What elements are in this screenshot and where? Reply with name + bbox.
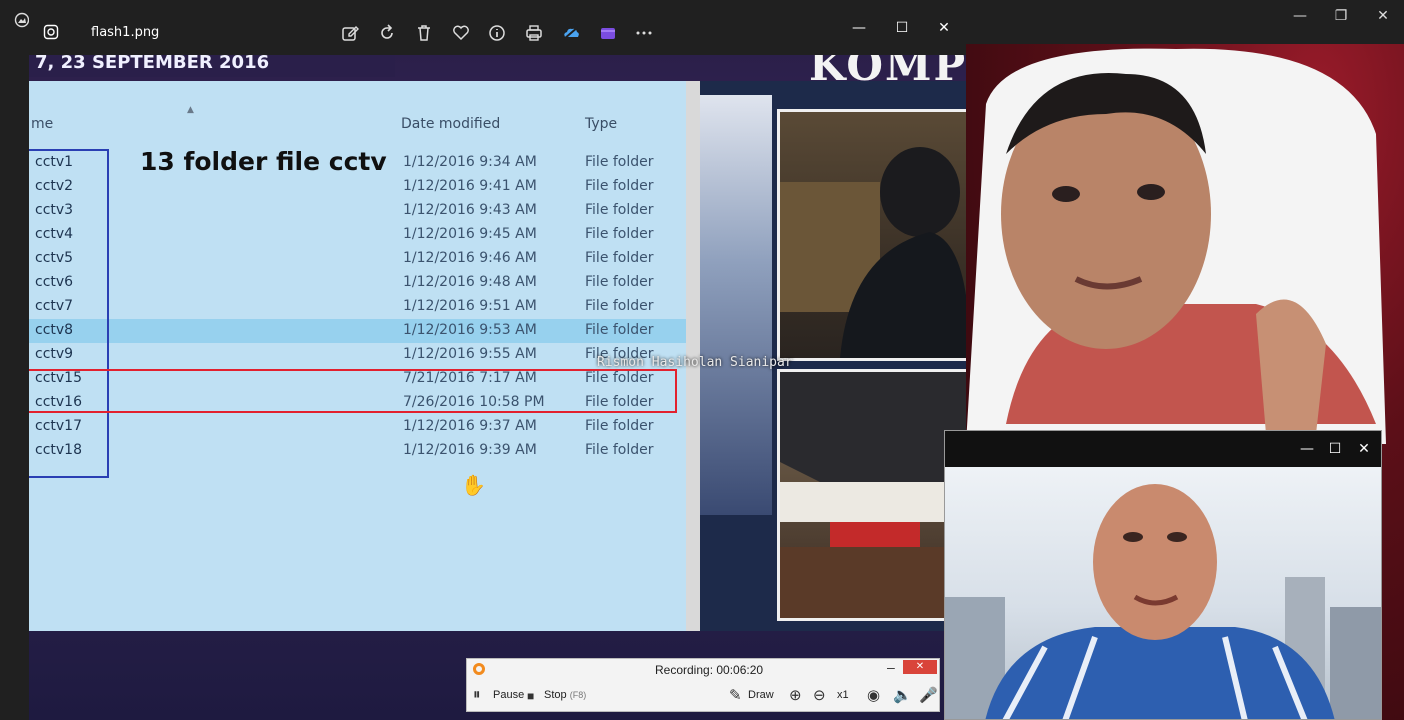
courtroom-photo-bottom [777,369,966,621]
webcam-video [945,467,1381,719]
folder-date: 1/12/2016 9:37 AM [403,418,537,434]
type-column-header: Type [585,116,618,132]
info-icon[interactable] [487,23,507,43]
recording-status: Recording: 00:06:20 [655,663,764,677]
speaker-figure [966,48,1386,444]
zoom-in-icon[interactable]: ⊕ [789,686,802,704]
viewer-minimize-button[interactable]: — [844,18,874,38]
folder-date: 1/12/2016 9:46 AM [403,250,537,266]
folder-row: cctv18 1/12/2016 9:39 AM File folder [29,439,686,463]
folder-type: File folder [585,274,654,290]
folder-row: cctv9 1/12/2016 9:55 AM File folder [29,343,686,367]
folder-row: cctv5 1/12/2016 9:46 AM File folder [29,247,686,271]
clipchamp-icon[interactable] [598,23,618,43]
webcam-figure [945,484,1381,719]
viewer-maximize-button[interactable]: ☐ [887,18,917,38]
webcam-maximize-button[interactable]: ☐ [1323,439,1347,459]
courtroom-photo-top [777,109,966,361]
folder-type: File folder [585,226,654,242]
recorder-minimize-button[interactable]: – [887,659,895,675]
displayed-image: 7, 23 SEPTEMBER 2016 KOMP ▲ me Date modi… [29,55,966,720]
screen-recorder-toolbar: Recording: 00:06:20 – ✕ ⏸ Pause ■ Stop (… [466,658,940,712]
folder-type: File folder [585,418,654,434]
maximize-button[interactable]: ❐ [1326,6,1356,26]
photos-app-icon [43,24,59,40]
file-name: flash1.png [91,25,160,40]
news-image-strip [700,95,772,515]
webcam-minimize-button[interactable]: — [1295,439,1319,459]
pause-icon[interactable]: ⏸ [473,686,481,703]
print-icon[interactable] [524,23,544,43]
speaker-caption: Rismon Hasiholan Sianipar [597,355,793,370]
webcam-titlebar: — ☐ ✕ [945,431,1381,467]
folder-type: File folder [585,442,654,458]
webcam-close-button[interactable]: ✕ [1352,439,1376,459]
folder-type: File folder [585,202,654,218]
folder-row: cctv17 1/12/2016 9:37 AM File folder [29,415,686,439]
red-highlight-box [29,369,677,413]
rotate-icon[interactable] [377,23,397,43]
recorder-close-button[interactable]: ✕ [903,660,937,674]
folder-row: cctv4 1/12/2016 9:45 AM File folder [29,223,686,247]
favorite-icon[interactable] [451,23,471,43]
edit-icon[interactable] [340,23,360,43]
folder-type: File folder [585,298,654,314]
stop-shortcut: (F8) [569,690,587,700]
folder-row: cctv8 1/12/2016 9:53 AM File folder [29,319,686,343]
date-column-header: Date modified [401,116,501,132]
close-button[interactable]: ✕ [1368,6,1398,26]
onedrive-icon[interactable] [561,23,581,43]
zoom-out-icon[interactable]: ⊖ [813,686,826,704]
more-icon[interactable] [634,23,654,43]
zoom-level: x1 [837,689,849,701]
speaker-icon[interactable]: 🔈 [893,686,912,704]
microphone-icon[interactable]: 🎤 [919,686,938,704]
folder-row: cctv7 1/12/2016 9:51 AM File folder [29,295,686,319]
folder-date: 1/12/2016 9:45 AM [403,226,537,242]
folder-row: cctv3 1/12/2016 9:43 AM File folder [29,199,686,223]
image-banner-text: 7, 23 SEPTEMBER 2016 [29,55,395,77]
stop-button[interactable]: Stop (F8) [544,689,586,701]
hand-cursor-icon: ✋ [461,473,486,497]
folder-date: 1/12/2016 9:41 AM [403,178,537,194]
photos-app-icon [14,12,30,28]
folder-row: cctv2 1/12/2016 9:41 AM File folder [29,175,686,199]
courtroom-figure-top [780,147,966,358]
folder-type: File folder [585,322,654,338]
folder-date: 1/12/2016 9:39 AM [403,442,537,458]
folder-date: 1/12/2016 9:48 AM [403,274,537,290]
stop-label: Stop [544,689,567,701]
delete-icon[interactable] [414,23,434,43]
viewer-titlebar: flash1.png — ☐ ✕ [29,10,966,55]
folder-row: cctv6 1/12/2016 9:48 AM File folder [29,271,686,295]
folder-date: 1/12/2016 9:55 AM [403,346,537,362]
pen-icon[interactable]: ✎ [729,686,742,704]
folder-type: File folder [585,178,654,194]
folder-date: 1/12/2016 9:43 AM [403,202,537,218]
webcam-icon[interactable]: ◉ [867,686,880,704]
pause-button[interactable]: Pause [493,689,524,701]
folder-date: 1/12/2016 9:53 AM [403,322,537,338]
annotation-text: 13 folder file cctv [140,147,387,176]
sort-arrow-icon: ▲ [187,105,194,115]
recorder-logo-icon [473,663,485,675]
folder-type: File folder [585,250,654,266]
folder-type: File folder [585,154,654,170]
blue-highlight-box [29,149,109,478]
folder-date: 1/12/2016 9:51 AM [403,298,537,314]
photo-viewer-window: flash1.png — ☐ ✕ 7, 23 SEPTEMBER 2016 KO… [29,10,966,720]
webcam-window: — ☐ ✕ [944,430,1382,720]
name-column-header: me [31,116,54,132]
draw-button[interactable]: Draw [748,689,774,701]
viewer-close-button[interactable]: ✕ [929,18,959,38]
courtroom-figure-bottom [780,372,966,618]
minimize-button[interactable]: — [1285,6,1315,26]
folder-date: 1/12/2016 9:34 AM [403,154,537,170]
stop-icon[interactable]: ■ [527,689,534,703]
